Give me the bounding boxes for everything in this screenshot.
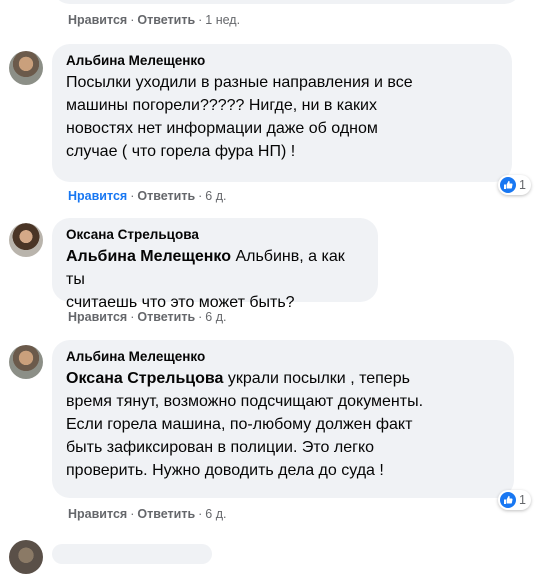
comment-timestamp[interactable]: 6 д.: [205, 507, 226, 521]
comment-bubble-partial: [52, 544, 212, 564]
comment-actions: Нравится · Ответить · 6 д.: [68, 189, 227, 203]
comment-actions: Нравится · Ответить · 6 д.: [68, 310, 227, 324]
avatar[interactable]: [9, 51, 43, 85]
reply-button[interactable]: Ответить: [137, 507, 195, 521]
reply-button[interactable]: Ответить: [137, 13, 195, 27]
comment-timestamp[interactable]: 1 нед.: [205, 13, 240, 27]
comment-text: Альбина Мелещенко Альбинв, а как ты счит…: [66, 248, 345, 311]
reply-button[interactable]: Ответить: [137, 310, 195, 324]
comment-timestamp[interactable]: 6 д.: [205, 310, 226, 324]
avatar[interactable]: [9, 223, 43, 257]
mention-link[interactable]: Оксана Стрельцова: [66, 370, 223, 387]
comment-bubble-partial: [52, 0, 522, 4]
like-button[interactable]: Нравится: [68, 13, 127, 27]
reaction-count: 1: [519, 493, 526, 507]
reaction-count: 1: [519, 178, 526, 192]
comments-thread: Нравится · Ответить · 1 нед. Альбина Мелещен…: [0, 0, 550, 574]
comment-author[interactable]: Альбина Мелещенко: [66, 52, 498, 69]
avatar[interactable]: [9, 345, 43, 379]
avatar[interactable]: [9, 540, 43, 574]
like-button[interactable]: Нравится: [68, 189, 127, 203]
comment-bubble: Оксана Стрельцова Альбина Мелещенко Альб…: [52, 218, 378, 311]
comment-actions: Нравится · Ответить · 1 нед.: [68, 13, 241, 27]
comment-bubble: Альбина Мелещенко Оксана Стрельцова укра…: [52, 340, 514, 498]
thumbs-up-icon: [500, 177, 516, 193]
reply-button[interactable]: Ответить: [137, 189, 195, 203]
comment-bubble: Альбина Мелещенко Посылки уходили в разн…: [52, 44, 512, 182]
like-button[interactable]: Нравится: [68, 310, 127, 324]
mention-link[interactable]: Альбина Мелещенко: [66, 248, 231, 265]
reaction-badge[interactable]: 1: [498, 175, 531, 195]
reaction-badge[interactable]: 1: [498, 490, 531, 510]
like-button[interactable]: Нравится: [68, 507, 127, 521]
comment-timestamp[interactable]: 6 д.: [205, 189, 226, 203]
comment-actions: Нравится · Ответить · 6 д.: [68, 507, 227, 521]
comment-text: Посылки уходили в разные направления и в…: [66, 74, 413, 160]
comment-author[interactable]: Альбина Мелещенко: [66, 348, 500, 365]
thumbs-up-icon: [500, 492, 516, 508]
comment-text: Оксана Стрельцова украли посылки , тепер…: [66, 370, 424, 479]
comment-author[interactable]: Оксана Стрельцова: [66, 226, 364, 243]
